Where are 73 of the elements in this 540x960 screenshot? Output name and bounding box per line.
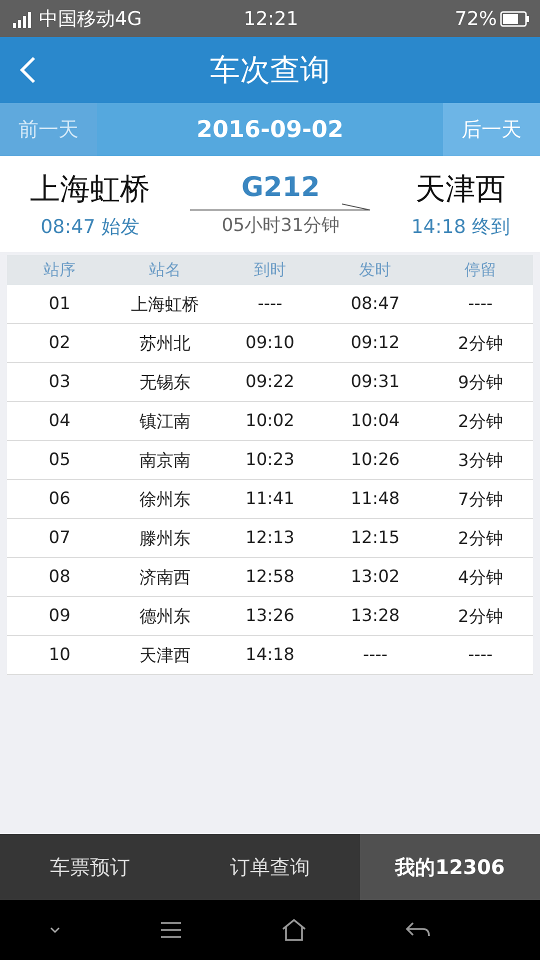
table-cell-text: 11:48 [350, 489, 401, 509]
battery-level: 72% [454, 8, 497, 30]
table-cell-text: 济南西 [138, 566, 192, 588]
home-icon[interactable] [281, 918, 307, 942]
table-cell-text: 10:23 [244, 450, 296, 470]
table-cell-text: 德州东 [138, 606, 192, 628]
table-cell-text: 9分钟 [457, 372, 504, 394]
table-cell-text: 3分钟 [457, 450, 504, 472]
column-header: 到时 [253, 260, 287, 280]
carrier: 中国移动4G [39, 6, 142, 32]
table-cell-text: 06 [48, 489, 72, 509]
column-header: 站名 [148, 260, 182, 280]
back-icon[interactable] [18, 55, 38, 85]
table-cell-text: 苏州北 [138, 332, 192, 354]
table-cell-text: 镇江南 [138, 410, 192, 432]
table-cell-text: 2分钟 [457, 410, 504, 432]
table-cell-text: 10:26 [350, 450, 401, 470]
column-header: 发时 [358, 260, 392, 280]
table-cell-text: 2分钟 [457, 332, 504, 354]
table-cell-text: 09:31 [350, 372, 401, 392]
table-cell-text: 13:28 [350, 606, 401, 626]
menu-icon[interactable] [159, 921, 183, 939]
table-cell-text: 03 [48, 372, 72, 392]
table-cell-text: ---- [362, 645, 388, 665]
table-cell-text: 01 [48, 294, 72, 314]
table-cell-text: 02 [48, 333, 72, 353]
table-cell-text: 14:18 [244, 645, 296, 665]
table-cell-text: 南京南 [138, 450, 192, 472]
table-cell-text: 13:26 [244, 606, 296, 626]
column-header: 站序 [42, 260, 77, 280]
battery-icon [500, 10, 530, 28]
page-title: 车次查询 [210, 52, 330, 90]
duration: 05小时31分钟 [222, 214, 340, 236]
table-cell-text: 09:12 [350, 333, 401, 353]
table-cell-text: 滕州东 [138, 528, 192, 550]
table-cell-text: 07 [48, 528, 72, 548]
tab[interactable]: 我的12306 [360, 834, 540, 900]
table-cell-text: ---- [467, 645, 494, 665]
clock: 12:21 [244, 8, 298, 30]
date-label: 2016-09-02 [195, 116, 345, 144]
table-cell-text: 10 [48, 645, 72, 665]
table-cell-text: 12:13 [244, 528, 296, 548]
table-cell-text: 天津西 [138, 644, 192, 666]
table-cell-text: 04 [48, 411, 72, 431]
table-cell-text: ---- [467, 294, 494, 314]
column-header: 停留 [463, 260, 498, 280]
table-cell-text: 无锡东 [138, 372, 192, 394]
table-cell-text: 10:04 [350, 411, 401, 431]
table-cell-text: 05 [48, 450, 72, 470]
table-cell-text: 4分钟 [457, 566, 504, 588]
table-cell-text: ---- [256, 294, 284, 314]
table-cell-text: 13:02 [350, 567, 401, 587]
table-cell-text: 2分钟 [457, 528, 504, 550]
table-cell-text: 10:02 [244, 411, 296, 431]
table-cell-text: 上海虹桥 [130, 294, 200, 316]
train-number: G212 [241, 172, 320, 202]
table-cell-text: 12:15 [350, 528, 401, 548]
table-cell-text: 08 [48, 567, 72, 587]
table-cell-text: 09:10 [244, 333, 296, 353]
table-cell-text: 09 [48, 606, 72, 626]
table-cell-text: 08:47 [350, 294, 401, 314]
departure-time: 08:47 始发 [40, 214, 140, 240]
table-cell-text: 12:58 [244, 567, 296, 587]
table-cell-text: 09:22 [244, 372, 296, 392]
table-cell-text: 7分钟 [457, 488, 504, 510]
table-cell-text: 11:41 [244, 489, 296, 509]
back-arrow-icon[interactable] [405, 921, 431, 939]
chevron-down-icon[interactable] [49, 926, 61, 934]
table-cell-text: 2分钟 [457, 606, 504, 628]
table-cell-text: 徐州东 [138, 488, 192, 510]
origin-station: 上海虹桥 [30, 170, 150, 208]
arrival-time: 14:18 终到 [411, 214, 510, 240]
destination-station: 天津西 [416, 170, 506, 208]
